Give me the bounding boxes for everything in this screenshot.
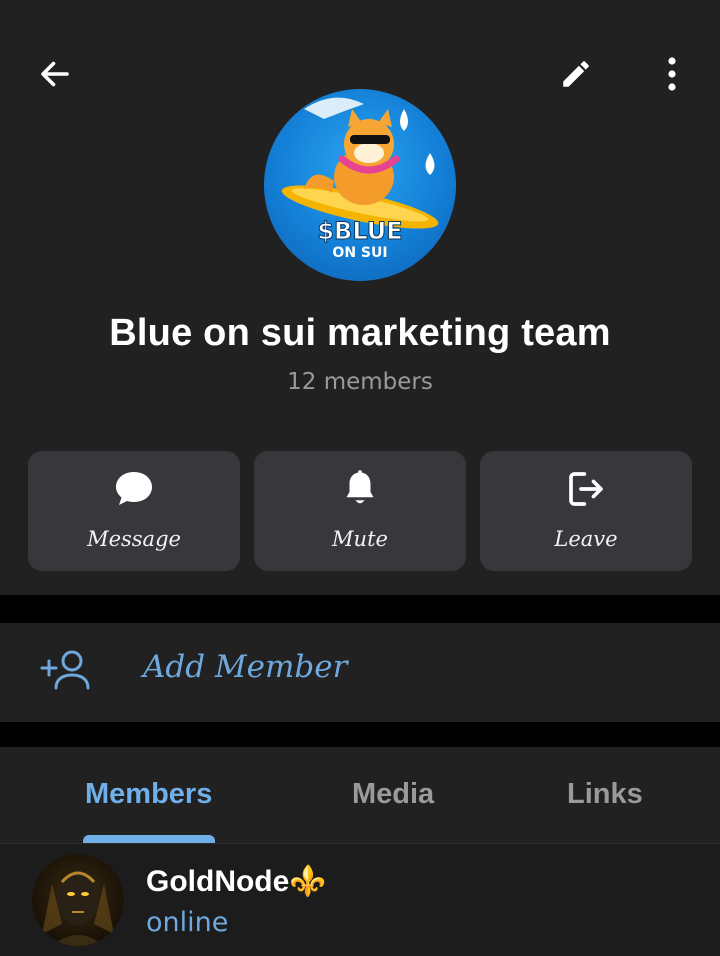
member-avatar[interactable] <box>32 854 124 946</box>
leave-label: Leave <box>554 527 618 551</box>
members-count: 12 members <box>287 369 433 395</box>
group-title: Blue on sui marketing team <box>109 312 611 354</box>
tab-links[interactable]: Links <box>567 778 643 811</box>
message-button[interactable]: Message <box>28 451 240 571</box>
mute-button[interactable]: Mute <box>254 451 466 571</box>
more-options-button[interactable] <box>644 46 700 102</box>
back-arrow-icon <box>41 61 69 87</box>
active-tab-indicator <box>83 835 215 843</box>
back-button[interactable] <box>27 46 83 102</box>
leave-button[interactable]: Leave <box>480 451 692 571</box>
add-member-label[interactable]: Add Member <box>143 649 347 685</box>
member-avatar-image <box>42 871 114 946</box>
tab-members[interactable]: Members <box>85 778 212 811</box>
chat-bubble-icon <box>116 472 152 505</box>
bell-icon <box>346 470 374 504</box>
tab-media[interactable]: Media <box>352 778 434 811</box>
mute-label: Mute <box>332 527 388 551</box>
svg-text:ON SUI: ON SUI <box>332 245 387 261</box>
add-member-row[interactable] <box>0 623 720 722</box>
pencil-icon <box>563 61 589 87</box>
member-name: GoldNode⚜️ <box>146 865 327 898</box>
logout-icon <box>569 472 603 506</box>
group-logo-image: $BLUE ON SUI <box>281 97 439 261</box>
group-avatar[interactable]: $BLUE ON SUI <box>264 89 456 281</box>
member-status: online <box>146 907 229 938</box>
add-person-icon <box>40 648 92 697</box>
message-label: Message <box>87 527 181 551</box>
more-vertical-icon <box>668 57 676 91</box>
edit-button[interactable] <box>548 46 604 102</box>
svg-text:$BLUE: $BLUE <box>317 217 402 245</box>
